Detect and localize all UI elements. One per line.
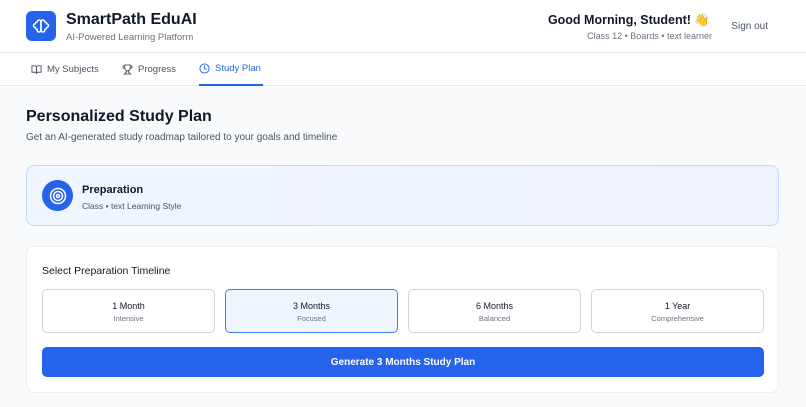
tab-label: Progress xyxy=(138,64,177,75)
option-label: 6 Months xyxy=(475,301,514,311)
clock-icon xyxy=(199,63,210,74)
tab-progress[interactable]: Progress xyxy=(122,53,176,86)
target-icon xyxy=(42,180,73,211)
page-subtitle: Get an AI-generated study roadmap tailor… xyxy=(26,132,338,143)
trophy-icon xyxy=(122,64,133,75)
sign-out-button[interactable]: Sign out xyxy=(731,21,768,32)
timeline-option-6-months[interactable]: 6 Months Balanced xyxy=(408,289,581,333)
preparation-title: Preparation xyxy=(82,184,144,196)
tab-my-subjects[interactable]: My Subjects xyxy=(31,53,99,86)
tab-bar: My Subjects Progress Study Plan xyxy=(0,53,806,86)
tab-label: Study Plan xyxy=(215,63,261,74)
greeting-text: Good Morning, Student! 👋 xyxy=(547,13,710,27)
preparation-subtitle: Class • text Learning Style xyxy=(82,201,182,211)
option-subtitle: Balanced xyxy=(478,314,511,323)
option-label: 1 Year xyxy=(664,301,691,311)
app-header: SmartPath EduAI AI-Powered Learning Plat… xyxy=(0,0,806,53)
page-title: Personalized Study Plan xyxy=(26,108,212,125)
user-meta: Class 12 • Boards • text learner xyxy=(587,31,712,41)
timeline-option-3-months[interactable]: 3 Months Focused xyxy=(225,289,398,333)
timeline-option-1-year[interactable]: 1 Year Comprehensive xyxy=(591,289,764,333)
option-label: 3 Months xyxy=(292,301,331,311)
book-icon xyxy=(31,65,42,75)
app-title: SmartPath EduAI xyxy=(66,11,197,28)
app-subtitle: AI-Powered Learning Platform xyxy=(66,32,194,43)
option-subtitle: Intensive xyxy=(113,314,144,323)
timeline-option-1-month[interactable]: 1 Month Intensive xyxy=(42,289,215,333)
option-subtitle: Focused xyxy=(297,314,326,323)
option-label: 1 Month xyxy=(112,301,145,311)
preparation-card: Preparation Class • text Learning Style xyxy=(26,165,779,226)
tab-label: My Subjects xyxy=(47,64,99,75)
tab-study-plan[interactable]: Study Plan xyxy=(199,53,263,86)
generate-study-plan-button[interactable]: Generate 3 Months Study Plan xyxy=(42,347,764,377)
timeline-card: Select Preparation Timeline 1 Month Inte… xyxy=(26,246,779,393)
option-subtitle: Comprehensive xyxy=(651,314,704,323)
brain-logo-icon xyxy=(26,11,56,41)
timeline-title: Select Preparation Timeline xyxy=(42,265,171,277)
